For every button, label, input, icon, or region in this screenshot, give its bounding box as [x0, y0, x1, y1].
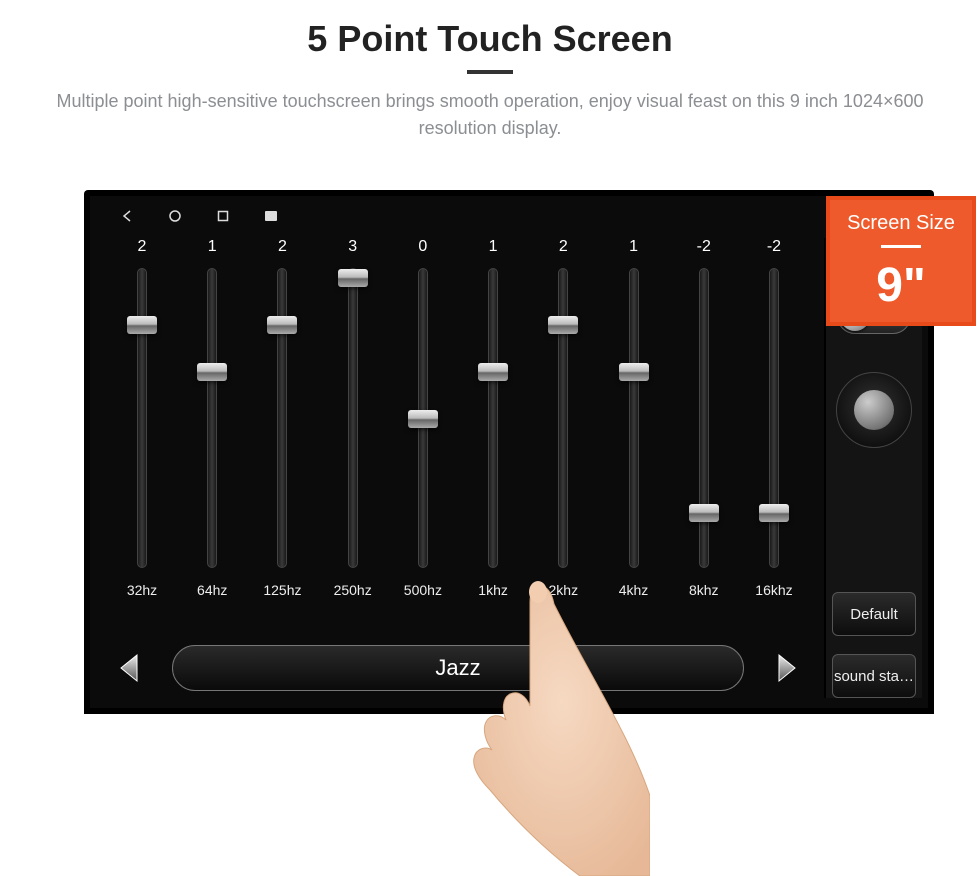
- eq-band: -2 16khz: [744, 238, 804, 618]
- preset-next-button[interactable]: [764, 646, 808, 690]
- eq-band-value: 2: [559, 238, 568, 262]
- eq-slider[interactable]: [699, 268, 709, 568]
- eq-band: 1 4khz: [604, 238, 664, 618]
- eq-band-freq: 125hz: [263, 582, 301, 598]
- eq-band: 1 1khz: [463, 238, 523, 618]
- callout-value: 9": [830, 258, 972, 313]
- eq-slider-thumb[interactable]: [759, 504, 789, 522]
- title-underline: [467, 70, 513, 74]
- eq-band: 2 2khz: [533, 238, 593, 618]
- eq-slider-thumb[interactable]: [267, 316, 297, 334]
- eq-band-value: -2: [697, 238, 711, 262]
- eq-band-freq: 64hz: [197, 582, 227, 598]
- eq-band: -2 8khz: [674, 238, 734, 618]
- eq-slider[interactable]: [769, 268, 779, 568]
- screen: 2 32hz 1 64hz 2 125hz 3 250hz 0 500hz 1 1khz 2 2khz 1 4…: [90, 196, 928, 708]
- eq-band-freq: 1khz: [478, 582, 508, 598]
- sound-stage-button[interactable]: sound sta…: [832, 654, 916, 698]
- default-button[interactable]: Default: [832, 592, 916, 636]
- volume-knob[interactable]: [836, 372, 912, 448]
- eq-band-value: 0: [418, 238, 427, 262]
- preset-name[interactable]: Jazz: [172, 645, 744, 691]
- home-icon[interactable]: [168, 209, 182, 223]
- eq-slider-thumb[interactable]: [197, 363, 227, 381]
- eq-band: 3 250hz: [323, 238, 383, 618]
- eq-band-value: 2: [278, 238, 287, 262]
- screen-size-callout: Screen Size 9": [826, 196, 976, 326]
- eq-band-value: 1: [208, 238, 217, 262]
- callout-label: Screen Size: [830, 212, 972, 235]
- eq-slider[interactable]: [629, 268, 639, 568]
- eq-band-value: 1: [489, 238, 498, 262]
- eq-slider[interactable]: [207, 268, 217, 568]
- eq-slider-thumb[interactable]: [619, 363, 649, 381]
- eq-slider-thumb[interactable]: [338, 269, 368, 287]
- eq-band: 2 125hz: [252, 238, 312, 618]
- eq-band: 0 500hz: [393, 238, 453, 618]
- android-navbar: [100, 202, 918, 230]
- eq-band-freq: 16khz: [755, 582, 792, 598]
- eq-slider[interactable]: [277, 268, 287, 568]
- eq-slider[interactable]: [558, 268, 568, 568]
- image-icon[interactable]: [264, 209, 278, 223]
- equalizer-area: 2 32hz 1 64hz 2 125hz 3 250hz 0 500hz 1 1khz 2 2khz 1 4…: [108, 238, 808, 688]
- eq-band: 1 64hz: [182, 238, 242, 618]
- eq-band-freq: 500hz: [404, 582, 442, 598]
- page-subtitle: Multiple point high-sensitive touchscree…: [50, 88, 930, 142]
- eq-slider-thumb[interactable]: [127, 316, 157, 334]
- eq-band-freq: 8khz: [689, 582, 719, 598]
- device-frame: 2 32hz 1 64hz 2 125hz 3 250hz 0 500hz 1 1khz 2 2khz 1 4…: [84, 190, 934, 714]
- eq-band-value: -2: [767, 238, 781, 262]
- eq-band-freq: 250hz: [334, 582, 372, 598]
- eq-slider[interactable]: [418, 268, 428, 568]
- eq-band-value: 3: [348, 238, 357, 262]
- eq-slider[interactable]: [488, 268, 498, 568]
- eq-slider[interactable]: [348, 268, 358, 568]
- preset-prev-button[interactable]: [108, 646, 152, 690]
- preset-bar: Jazz: [108, 638, 808, 698]
- eq-slider-thumb[interactable]: [689, 504, 719, 522]
- back-icon[interactable]: [120, 209, 134, 223]
- callout-divider: [881, 245, 921, 248]
- eq-slider-thumb[interactable]: [548, 316, 578, 334]
- knob-inner: [854, 390, 894, 430]
- recent-icon[interactable]: [216, 209, 230, 223]
- eq-slider-thumb[interactable]: [478, 363, 508, 381]
- eq-slider-thumb[interactable]: [408, 410, 438, 428]
- page-title: 5 Point Touch Screen: [0, 18, 980, 60]
- eq-band-freq: 32hz: [127, 582, 157, 598]
- eq-band-value: 1: [629, 238, 638, 262]
- eq-band-value: 2: [138, 238, 147, 262]
- eq-band-freq: 4khz: [619, 582, 649, 598]
- eq-slider[interactable]: [137, 268, 147, 568]
- eq-band: 2 32hz: [112, 238, 172, 618]
- eq-band-freq: 2khz: [549, 582, 579, 598]
